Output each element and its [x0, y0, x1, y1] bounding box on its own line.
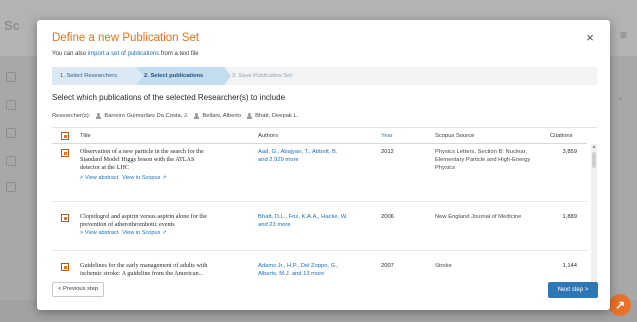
- table-scrollbar[interactable]: ▲ ▼: [591, 144, 597, 296]
- import-publications-link[interactable]: import a set of publications: [88, 51, 159, 57]
- sidebar-icon-5: [6, 182, 16, 192]
- publication-authors[interactable]: Adams Jr., H.P., Del Zoppo, G., Alberts,…: [258, 262, 373, 278]
- subtitle-suffix: from a text file: [160, 51, 199, 57]
- step-select-researchers[interactable]: 1. Select Researchers: [52, 67, 136, 85]
- publication-year: 2012: [381, 149, 394, 155]
- publication-title[interactable]: Clopidogrel and aspirin versus aspirin a…: [80, 213, 252, 229]
- researcher-chip: Bellani, Alberto: [194, 113, 241, 119]
- researcher-chip: Barreiro Guimarães Da Costa, J.: [96, 113, 188, 119]
- column-authors[interactable]: Authors: [258, 133, 278, 139]
- row-links: > View abstract View in Scopus ↗: [80, 230, 167, 236]
- row-checkbox[interactable]: [61, 149, 69, 157]
- step-arrow: [136, 67, 143, 85]
- publication-authors[interactable]: Aad, G., Abajyan, T., Abbott, B. and 2,9…: [258, 148, 373, 164]
- column-title[interactable]: Title: [80, 133, 91, 139]
- table-header: Title Authors Year Scopus Source Citatio…: [52, 128, 587, 144]
- publications-table: Title Authors Year Scopus Source Citatio…: [52, 127, 597, 296]
- previous-step-button[interactable]: < Previous step: [52, 282, 105, 297]
- publication-title[interactable]: Observation of a new particle in the sea…: [80, 148, 252, 172]
- row-checkbox[interactable]: [61, 263, 69, 271]
- next-step-button[interactable]: Next step >: [548, 282, 598, 298]
- step-save-publication-set: 3. Save Publication Set: [232, 73, 292, 79]
- person-icon: [247, 113, 253, 119]
- publication-citations: 1,144: [562, 263, 577, 269]
- close-icon[interactable]: ×: [582, 30, 598, 46]
- publication-year: 2007: [381, 263, 394, 269]
- table-row: Clopidogrel and aspirin versus aspirin a…: [52, 202, 587, 251]
- column-year[interactable]: Year: [381, 133, 393, 139]
- view-in-scopus-link[interactable]: View in Scopus ↗: [122, 230, 166, 236]
- researchers-list: Researcher(s): Barreiro Guimarães Da Cos…: [52, 113, 298, 119]
- row-links: > View abstract View in Scopus ↗: [80, 175, 167, 181]
- feedback-fab-icon: ↗: [609, 294, 631, 316]
- publication-citations: 3,859: [562, 149, 577, 155]
- person-icon: [96, 113, 102, 119]
- scroll-thumb[interactable]: [592, 152, 596, 168]
- sidebar-icon-1: [6, 72, 16, 82]
- select-all-checkbox[interactable]: [61, 132, 69, 140]
- sidebar-icon-3: [6, 128, 16, 138]
- row-checkbox[interactable]: [61, 214, 69, 222]
- publication-set-modal: Define a new Publication Set × You can a…: [37, 20, 610, 310]
- publication-authors[interactable]: Bhatt, D.L., Fox, K.A.A., Hacke, W. and …: [258, 213, 373, 229]
- view-abstract-link[interactable]: > View abstract: [80, 230, 118, 236]
- publication-year: 2006: [381, 214, 394, 220]
- subtitle-prefix: You can also: [52, 51, 87, 57]
- table-row: Observation of a new particle in the sea…: [52, 144, 587, 202]
- column-citations[interactable]: Citations: [550, 133, 573, 139]
- step-arrow: [224, 67, 231, 85]
- table-row: Guidelines for the early management of a…: [52, 251, 587, 296]
- view-abstract-link[interactable]: > View abstract: [80, 175, 118, 181]
- publication-title[interactable]: Guidelines for the early management of a…: [80, 262, 252, 278]
- background-brand: Sc: [4, 18, 20, 33]
- column-source[interactable]: Scopus Source: [435, 133, 474, 139]
- modal-title: Define a new Publication Set: [52, 32, 200, 44]
- person-icon: [194, 113, 200, 119]
- modal-subtitle: You can also import a set of publication…: [52, 51, 199, 57]
- menu-icon: ≡: [619, 28, 627, 42]
- chevron-down-icon: ⌄: [616, 92, 625, 103]
- sidebar-icon-4: [6, 156, 16, 166]
- scroll-up-icon[interactable]: ▲: [591, 144, 597, 150]
- researcher-chip: Bhatt, Deepak L.: [247, 113, 298, 119]
- step-select-publications[interactable]: 2. Select publications: [136, 67, 224, 85]
- publication-citations: 1,889: [562, 214, 577, 220]
- wizard-stepper: 1. Select Researchers 2. Select publicat…: [52, 67, 597, 85]
- sidebar-icon-2: [6, 100, 16, 110]
- publication-source: New England Journal of Medicine: [435, 214, 522, 220]
- publication-source: Physics Letters, Section B: Nuclear, Ele…: [435, 149, 531, 171]
- researchers-label: Researcher(s):: [52, 113, 91, 119]
- view-in-scopus-link[interactable]: View in Scopus ↗: [122, 175, 166, 181]
- publication-source: Stroke: [435, 263, 452, 269]
- instruction-text: Select which publications of the selecte…: [52, 93, 286, 102]
